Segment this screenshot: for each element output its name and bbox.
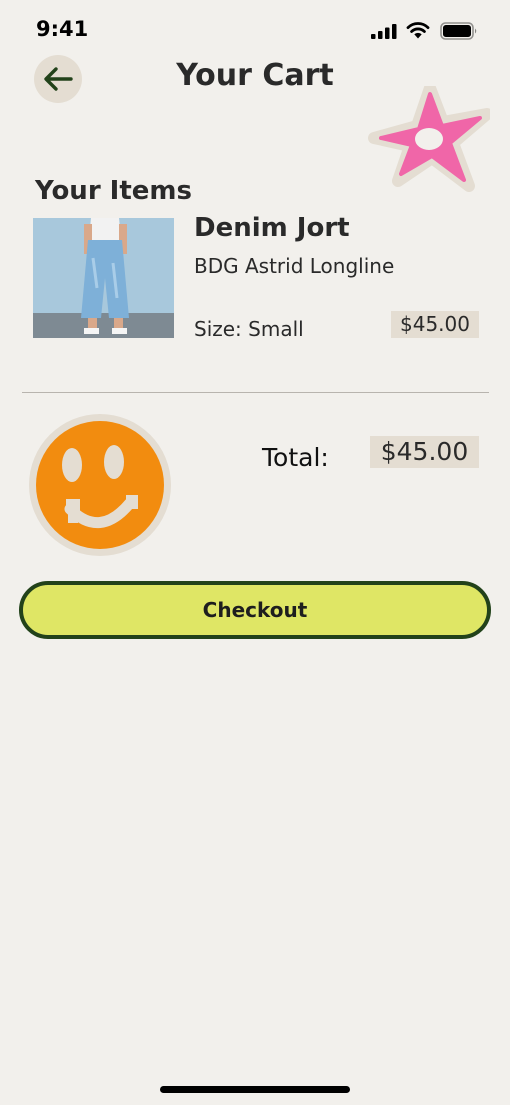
divider xyxy=(22,392,489,393)
flower-sticker xyxy=(368,86,490,192)
status-bar: 9:41 xyxy=(0,0,510,56)
battery-icon xyxy=(440,22,477,40)
total-label: Total: xyxy=(262,443,329,472)
smiley-face-sticker xyxy=(29,414,171,556)
cellular-signal-icon xyxy=(371,24,397,39)
product-size: Size: Small xyxy=(194,317,304,341)
product-image[interactable] xyxy=(33,218,174,338)
product-subtitle: BDG Astrid Longline xyxy=(194,254,395,278)
home-indicator[interactable] xyxy=(160,1086,350,1093)
product-photo xyxy=(33,218,174,338)
total-price: $45.00 xyxy=(370,436,479,468)
section-title-your-items: Your Items xyxy=(35,176,192,206)
checkout-button[interactable]: Checkout xyxy=(19,581,491,639)
wifi-icon xyxy=(406,22,430,39)
product-price: $45.00 xyxy=(391,311,479,338)
product-name: Denim Jort xyxy=(194,213,350,243)
status-time: 9:41 xyxy=(36,17,89,41)
